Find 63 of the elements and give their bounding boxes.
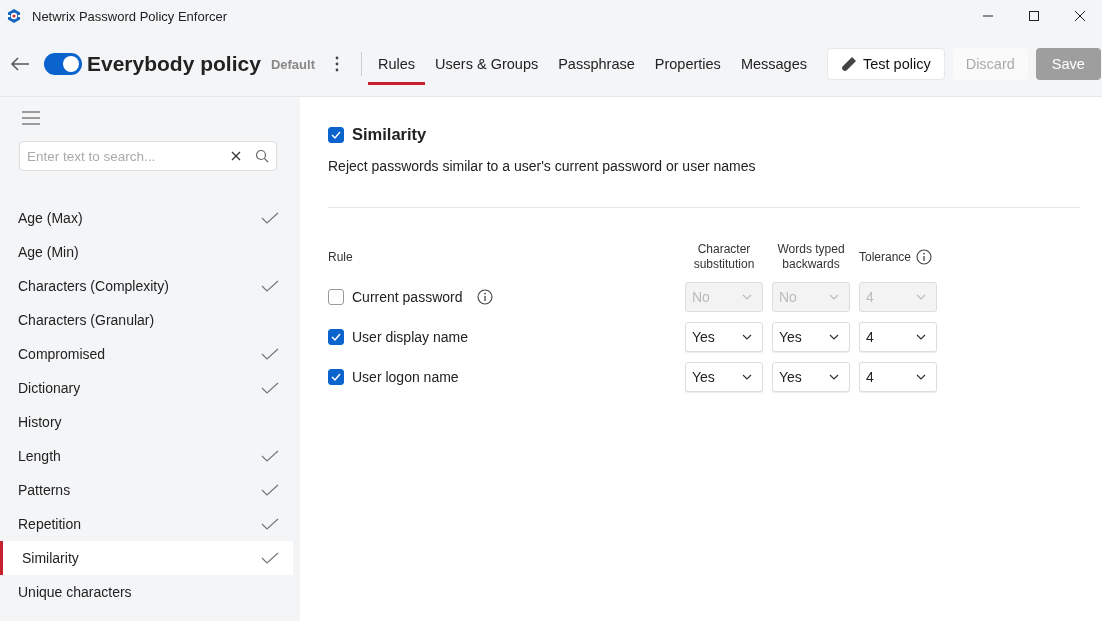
sidebar-item[interactable]: Repetition xyxy=(0,507,293,541)
window-title: Netwrix Password Policy Enforcer xyxy=(32,8,228,24)
sidebar-item[interactable]: Characters (Granular) xyxy=(0,303,293,337)
policy-toggle[interactable] xyxy=(44,53,82,75)
dropdown[interactable]: Yes xyxy=(772,322,850,352)
sidebar-item[interactable]: Dictionary xyxy=(0,371,293,405)
close-icon[interactable] xyxy=(1074,10,1086,22)
dropdown[interactable]: Yes xyxy=(772,362,850,392)
chevron-down-icon xyxy=(742,294,752,300)
column-header: Tolerance xyxy=(859,249,912,265)
checkmark-icon xyxy=(330,331,342,343)
search-icon[interactable] xyxy=(255,149,269,163)
chevron-down-icon xyxy=(742,334,752,340)
chevron-down-icon xyxy=(916,334,926,340)
chevron-down-icon xyxy=(742,374,752,380)
row-checkbox[interactable] xyxy=(328,329,344,345)
chevron-down-icon xyxy=(916,294,926,300)
search-field[interactable]: Enter text to search... xyxy=(19,141,277,171)
default-label: Default xyxy=(270,56,315,72)
back-arrow-icon[interactable] xyxy=(10,56,30,72)
chevron-down-icon xyxy=(829,334,839,340)
clear-icon[interactable] xyxy=(231,151,241,161)
more-options-icon[interactable] xyxy=(334,56,339,72)
nav-tab[interactable]: Passphrase xyxy=(548,46,645,85)
test-policy-button[interactable]: Test policy xyxy=(826,48,945,80)
section-title: Similarity xyxy=(352,125,427,144)
chevron-down-icon xyxy=(829,294,839,300)
rule-label: User logon name xyxy=(352,369,459,385)
policy-name: Everybody policy xyxy=(87,52,261,76)
row-checkbox[interactable] xyxy=(328,289,344,305)
sidebar-item[interactable]: Length xyxy=(0,439,293,473)
rule-checkbox[interactable] xyxy=(328,126,344,143)
info-icon[interactable] xyxy=(916,249,933,265)
maximize-icon[interactable] xyxy=(1028,10,1040,22)
column-header: Rule xyxy=(328,249,354,265)
column-header: Words typed backwards xyxy=(776,242,846,272)
sidebar-item[interactable]: Age (Max) xyxy=(0,201,293,235)
sidebar-item[interactable]: Unique characters xyxy=(0,575,293,609)
checkmark-icon xyxy=(330,371,342,383)
sidebar-item[interactable]: Age (Min) xyxy=(0,235,293,269)
app-logo-icon xyxy=(6,8,22,24)
sidebar-item[interactable]: Patterns xyxy=(0,473,293,507)
rule-label: User display name xyxy=(352,329,468,345)
column-header: Character substitution xyxy=(692,242,756,272)
nav-tab[interactable]: Properties xyxy=(644,46,731,85)
chevron-down-icon xyxy=(916,374,926,380)
sidebar-item[interactable]: Characters (Complexity) xyxy=(0,269,293,303)
dropdown[interactable]: Yes xyxy=(685,362,763,392)
sidebar-item[interactable]: Similarity xyxy=(0,541,293,575)
row-checkbox[interactable] xyxy=(328,369,344,385)
sidebar-item[interactable]: History xyxy=(0,405,293,439)
chevron-down-icon xyxy=(829,374,839,380)
section-description: Reject passwords similar to a user's current password or user names xyxy=(328,158,757,174)
sidebar-item[interactable]: Compromised xyxy=(0,337,293,371)
dropdown[interactable]: 4 xyxy=(859,362,937,392)
pipette-icon xyxy=(840,56,857,72)
dropdown[interactable]: Yes xyxy=(685,322,763,352)
nav-tab[interactable]: Users & Groups xyxy=(425,46,549,85)
rule-label: Current password xyxy=(352,289,463,305)
nav-tab[interactable]: Messages xyxy=(730,46,817,85)
nav-tab[interactable]: Rules xyxy=(367,46,426,85)
dropdown[interactable]: 4 xyxy=(859,322,937,352)
info-icon[interactable] xyxy=(476,289,493,305)
